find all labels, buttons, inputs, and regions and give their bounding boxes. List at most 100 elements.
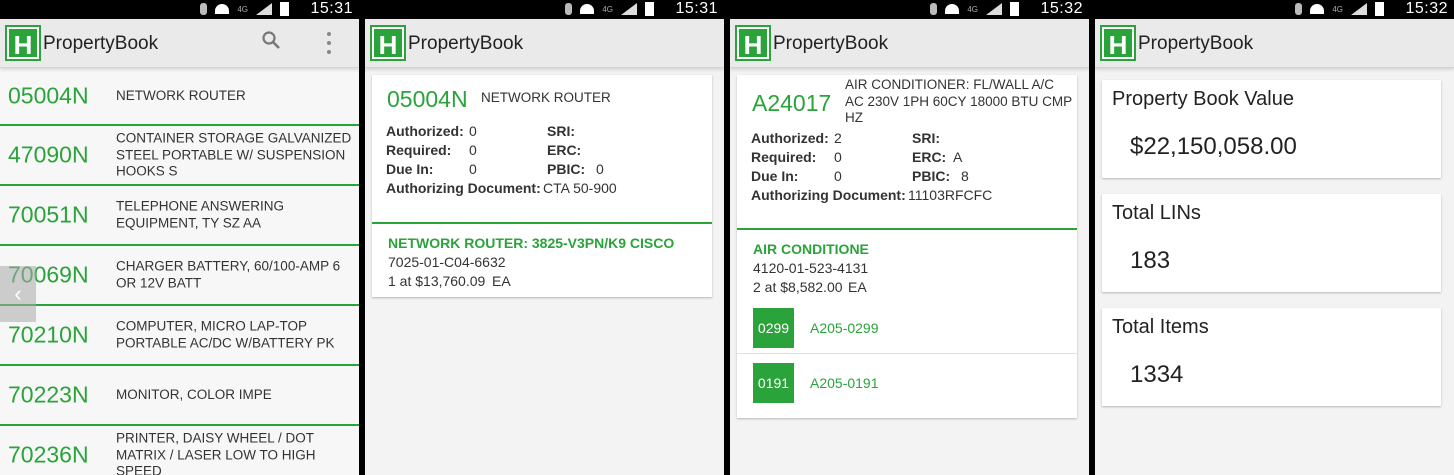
network-type-icon: 4G bbox=[602, 4, 613, 14]
summary-card-items: Total Items 1334 bbox=[1102, 308, 1441, 406]
stat-label: Total LINs bbox=[1112, 202, 1201, 224]
lin-description: TELEPHONE ANSWERING EQUIPMENT, TY SZ AA bbox=[116, 198, 285, 231]
status-time: 15:31 bbox=[310, 0, 353, 17]
divider bbox=[737, 228, 1077, 230]
network-type-icon: 4G bbox=[967, 4, 978, 14]
quantity-price: 2 at $8,582.00 bbox=[753, 279, 843, 295]
serial-badge: 0191 bbox=[753, 363, 794, 403]
wifi-icon bbox=[945, 4, 960, 14]
search-icon[interactable] bbox=[262, 31, 280, 49]
nsn-number: 7025-01-C04-6632 bbox=[388, 254, 506, 270]
lin-description: PRINTER, DAISY WHEEL / DOT MATRIX / LASE… bbox=[116, 430, 316, 475]
screen-summary: 4G 15:32 H PropertyBook Property Book Va… bbox=[1095, 0, 1454, 475]
signal-icon bbox=[256, 3, 272, 15]
authorized-label: Authorized: bbox=[751, 130, 829, 146]
required-label: Required: bbox=[751, 149, 817, 165]
stat-value: $22,150,058.00 bbox=[1130, 133, 1297, 160]
app-title: PropertyBook bbox=[43, 33, 159, 54]
erc-label: ERC: bbox=[547, 142, 582, 158]
bluetooth-icon bbox=[200, 3, 208, 15]
authorized-value: 2 bbox=[834, 130, 842, 146]
lin-code: A24017 bbox=[752, 90, 832, 116]
app-title: PropertyBook bbox=[773, 33, 889, 54]
lin-code: 70051N bbox=[8, 201, 89, 228]
screen-lin-list: 4G 15:31 H PropertyBook 05004N NETWORK R… bbox=[0, 0, 359, 475]
status-icons: 4G bbox=[930, 2, 1019, 16]
chevron-left-icon[interactable]: ‹ bbox=[0, 266, 36, 322]
unit-of-issue: EA bbox=[492, 273, 511, 289]
quantity-price: 1 at $13,760.09 bbox=[388, 273, 486, 289]
wifi-icon bbox=[1310, 4, 1325, 14]
lin-code: 47090N bbox=[8, 141, 89, 168]
authorizing-document-label: Authorizing Document: bbox=[386, 180, 541, 196]
app-bar: H PropertyBook bbox=[365, 19, 724, 68]
lin-code: 70223N bbox=[8, 381, 89, 408]
lin-code: 05004N bbox=[8, 82, 89, 109]
list-item[interactable]: 70210N COMPUTER, MICRO LAP-TOP PORTABLE … bbox=[0, 306, 359, 366]
sri-label: SRI: bbox=[912, 130, 940, 146]
stat-label: Property Book Value bbox=[1112, 88, 1294, 110]
authorizing-document-value: CTA 50-900 bbox=[543, 180, 617, 196]
authorized-label: Authorized: bbox=[386, 123, 464, 139]
signal-icon bbox=[986, 3, 1002, 15]
nsn-title: NETWORK ROUTER: 3825-V3PN/K9 CISCO bbox=[388, 235, 675, 251]
status-time: 15:31 bbox=[675, 0, 718, 17]
wifi-icon bbox=[215, 4, 230, 14]
authorizing-document-value: 11103RFCFC bbox=[908, 187, 993, 203]
overflow-menu-icon[interactable] bbox=[326, 32, 332, 54]
lin-description: COMPUTER, MICRO LAP-TOP PORTABLE AC/DC W… bbox=[116, 318, 335, 351]
lin-code: 05004N bbox=[387, 86, 468, 112]
app-bar: H PropertyBook bbox=[730, 19, 1089, 68]
list-item[interactable]: 70069N CHARGER BATTERY, 60/100-AMP 6 OR … bbox=[0, 246, 359, 306]
bluetooth-icon bbox=[930, 3, 938, 15]
list-item[interactable]: 70223N MONITOR, COLOR IMPE bbox=[0, 366, 359, 426]
due-in-label: Due In: bbox=[386, 161, 434, 177]
network-type-icon: 4G bbox=[237, 4, 248, 14]
app-title: PropertyBook bbox=[1138, 33, 1254, 54]
app-logo: H bbox=[370, 25, 406, 61]
app-bar: H PropertyBook bbox=[0, 19, 359, 68]
lin-list: 05004N NETWORK ROUTER 47090N CONTAINER S… bbox=[0, 68, 359, 475]
bluetooth-icon bbox=[565, 3, 573, 15]
status-icons: 4G bbox=[1295, 2, 1384, 16]
pbic-label: PBIC: bbox=[912, 168, 951, 184]
status-time: 15:32 bbox=[1040, 0, 1083, 17]
pbic-label: PBIC: bbox=[547, 161, 586, 177]
nsn-title: AIR CONDITIONE bbox=[753, 241, 869, 257]
status-time: 15:32 bbox=[1405, 0, 1448, 17]
summary-card-value: Property Book Value $22,150,058.00 bbox=[1102, 80, 1441, 178]
erc-value: A bbox=[953, 149, 963, 165]
status-bar: 4G 15:32 bbox=[730, 0, 1089, 19]
app-logo: H bbox=[5, 25, 41, 61]
lin-code: 70210N bbox=[8, 321, 89, 348]
list-item[interactable]: 70236N PRINTER, DAISY WHEEL / DOT MATRIX… bbox=[0, 426, 359, 475]
status-icons: 4G bbox=[200, 2, 289, 16]
pbic-value: 8 bbox=[961, 168, 969, 184]
lin-detail-card: 05004N NETWORK ROUTER Authorized: 0 Requ… bbox=[372, 75, 712, 297]
stat-label: Total Items bbox=[1112, 316, 1209, 338]
stat-value: 1334 bbox=[1130, 361, 1184, 388]
status-bar: 4G 15:31 bbox=[0, 0, 359, 19]
summary-card-lins: Total LINs 183 bbox=[1102, 194, 1441, 292]
list-item[interactable]: 47090N CONTAINER STORAGE GALVANIZED STEE… bbox=[0, 126, 359, 186]
serial-item[interactable]: 0191 A205-0191 bbox=[737, 353, 1077, 410]
bluetooth-icon bbox=[1295, 3, 1303, 15]
screen-lin-detail-2: 4G 15:32 H PropertyBook A24017 AIR CONDI… bbox=[730, 0, 1089, 475]
lin-code: 70236N bbox=[8, 441, 89, 468]
lin-description: CONTAINER STORAGE GALVANIZED STEEL PORTA… bbox=[116, 130, 352, 179]
signal-icon bbox=[621, 3, 637, 15]
divider bbox=[372, 222, 712, 224]
required-value: 0 bbox=[834, 149, 842, 165]
lin-description: NETWORK ROUTER bbox=[481, 90, 611, 105]
app-bar: H PropertyBook bbox=[1095, 19, 1454, 68]
serial-item[interactable]: 0299 A205-0299 bbox=[737, 300, 1077, 356]
authorized-value: 0 bbox=[469, 123, 477, 139]
battery-icon bbox=[1375, 2, 1384, 16]
app-logo: H bbox=[1100, 25, 1136, 61]
battery-icon bbox=[280, 2, 289, 16]
required-label: Required: bbox=[386, 142, 452, 158]
screen-lin-detail-1: 4G 15:31 H PropertyBook 05004N NETWORK R… bbox=[365, 0, 724, 475]
list-item[interactable]: 70051N TELEPHONE ANSWERING EQUIPMENT, TY… bbox=[0, 186, 359, 246]
list-item[interactable]: 05004N NETWORK ROUTER bbox=[0, 68, 359, 126]
status-bar: 4G 15:31 bbox=[365, 0, 724, 19]
